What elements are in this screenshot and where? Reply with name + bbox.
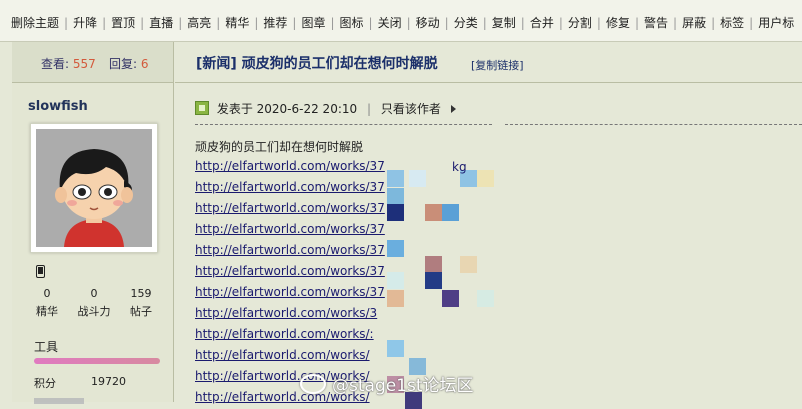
toolbar-items: 删除主题 | 升降 | 置顶 | 直播 | 高亮 | 精华 | 推荐 | 图章 | 图标 | 关闭 | 移动 | 分类 | 复制… bbox=[11, 14, 794, 31]
toolbar-separator: | bbox=[216, 16, 221, 30]
mobile-phone-icon bbox=[36, 265, 45, 282]
toolbar-button[interactable]: 删除主题 bbox=[11, 14, 59, 31]
cutoff-text bbox=[34, 396, 94, 404]
triangle-right-icon bbox=[450, 105, 456, 113]
post-link[interactable]: http://elfartworld.com/works/37 bbox=[195, 159, 385, 173]
copy-link-button[interactable]: [复制链接] bbox=[471, 57, 524, 73]
toolbar-button[interactable]: 直播 bbox=[149, 14, 173, 31]
toolbar-separator: | bbox=[368, 16, 373, 30]
post-link[interactable]: http://elfartworld.com/works/37 bbox=[195, 264, 385, 278]
author-sidebar: 查看: 557 回复: 6 slowfish 0 精华 0 战斗力 159 帖子… bbox=[12, 42, 174, 404]
points-row: 积分 19720 bbox=[34, 375, 126, 391]
post-link[interactable]: http://elfartworld.com/works/3 bbox=[195, 306, 377, 320]
stat-essence[interactable]: 0 精华 bbox=[22, 287, 72, 319]
user-group-label: 工具 bbox=[34, 340, 59, 354]
avatar[interactable] bbox=[30, 123, 158, 253]
post-link[interactable]: http://elfartworld.com/works/37 bbox=[195, 243, 385, 257]
weibo-watermark: @stage1st论坛区 bbox=[300, 371, 474, 396]
divider bbox=[505, 124, 802, 125]
toolbar-button[interactable]: 标签 bbox=[720, 14, 744, 31]
user-level-bar bbox=[34, 358, 160, 364]
partial-link-text: kg bbox=[452, 160, 467, 174]
toolbar-separator: | bbox=[406, 16, 411, 30]
toolbar-separator: | bbox=[558, 16, 563, 30]
thread-stats: 查看: 557 回复: 6 bbox=[12, 42, 173, 83]
replies-count: 6 bbox=[140, 57, 149, 71]
thread-title: [新闻] 顽皮狗的员工们却在想何时解脱 bbox=[196, 56, 438, 72]
moderation-toolbar: 删除主题 | 升降 | 置顶 | 直播 | 高亮 | 精华 | 推荐 | 图章 | 图标 | 关闭 | 移动 | 分类 | 复制… bbox=[0, 0, 802, 42]
toolbar-button[interactable]: 置顶 bbox=[111, 14, 135, 31]
toolbar-button[interactable]: 精华 bbox=[225, 14, 249, 31]
toolbar-button[interactable]: 修复 bbox=[606, 14, 630, 31]
toolbar-separator: | bbox=[254, 16, 259, 30]
stat-combat-power[interactable]: 0 战斗力 bbox=[69, 287, 119, 319]
toolbar-button[interactable]: 图章 bbox=[301, 14, 325, 31]
toolbar-button[interactable]: 推荐 bbox=[263, 14, 287, 31]
toolbar-separator: | bbox=[482, 16, 487, 30]
toolbar-button[interactable]: 合并 bbox=[530, 14, 554, 31]
toolbar-button[interactable]: 分类 bbox=[454, 14, 478, 31]
post-date: 发表于 2020-6-22 20:10 bbox=[216, 102, 358, 116]
toolbar-separator: | bbox=[178, 16, 183, 30]
toolbar-separator: | bbox=[520, 16, 525, 30]
avatar-cartoon-icon bbox=[36, 129, 152, 247]
post-link[interactable]: http://elfartworld.com/works/: bbox=[195, 327, 374, 341]
only-author-link[interactable]: 只看该作者 bbox=[381, 102, 441, 116]
toolbar-separator: | bbox=[749, 16, 754, 30]
post-status-icon bbox=[195, 101, 209, 115]
toolbar-button[interactable]: 分割 bbox=[568, 14, 592, 31]
toolbar-button[interactable]: 关闭 bbox=[378, 14, 402, 31]
replies-label: 回复: bbox=[109, 57, 138, 71]
author-name[interactable]: slowfish bbox=[28, 99, 88, 114]
toolbar-separator: | bbox=[64, 16, 69, 30]
toolbar-button[interactable]: 升降 bbox=[73, 14, 97, 31]
toolbar-separator: | bbox=[634, 16, 639, 30]
views-label: 查看: bbox=[41, 57, 70, 71]
post-link[interactable]: http://elfartworld.com/works/37 bbox=[195, 201, 385, 215]
toolbar-button[interactable]: 屏蔽 bbox=[682, 14, 706, 31]
post-link[interactable]: http://elfartworld.com/works/37 bbox=[195, 222, 385, 236]
stat-posts[interactable]: 159 帖子 bbox=[116, 287, 166, 319]
post-link[interactable]: http://elfartworld.com/works/37 bbox=[195, 285, 385, 299]
weibo-logo-icon bbox=[300, 374, 326, 394]
toolbar-separator: | bbox=[673, 16, 678, 30]
toolbar-button[interactable]: 移动 bbox=[416, 14, 440, 31]
toolbar-separator: | bbox=[596, 16, 601, 30]
toolbar-separator: | bbox=[140, 16, 145, 30]
views-count: 557 bbox=[72, 57, 96, 71]
post-meta: 发表于 2020-6-22 20:10 | 只看该作者 bbox=[195, 100, 456, 117]
toolbar-button[interactable]: 高亮 bbox=[187, 14, 211, 31]
toolbar-separator: | bbox=[102, 16, 107, 30]
toolbar-separator: | bbox=[711, 16, 716, 30]
toolbar-button[interactable]: 用户标 bbox=[758, 14, 794, 31]
toolbar-button[interactable]: 图标 bbox=[340, 14, 364, 31]
divider bbox=[195, 124, 492, 125]
toolbar-separator: | bbox=[292, 16, 297, 30]
post-link[interactable]: http://elfartworld.com/works/37 bbox=[195, 180, 385, 194]
thread-title-bar: [新闻] 顽皮狗的员工们却在想何时解脱 [复制链接] bbox=[175, 42, 802, 83]
post-first-line: 顽皮狗的员工们却在想何时解脱 bbox=[195, 140, 364, 154]
toolbar-separator: | bbox=[444, 16, 449, 30]
points-label: 积分 bbox=[34, 377, 56, 390]
toolbar-separator: | bbox=[330, 16, 335, 30]
censor-mosaic bbox=[387, 160, 507, 409]
points-value: 19720 bbox=[91, 375, 126, 388]
toolbar-button[interactable]: 警告 bbox=[644, 14, 668, 31]
toolbar-button[interactable]: 复制 bbox=[492, 14, 516, 31]
post-link[interactable]: http://elfartworld.com/works/ bbox=[195, 348, 370, 362]
user-level-fill bbox=[34, 358, 160, 364]
